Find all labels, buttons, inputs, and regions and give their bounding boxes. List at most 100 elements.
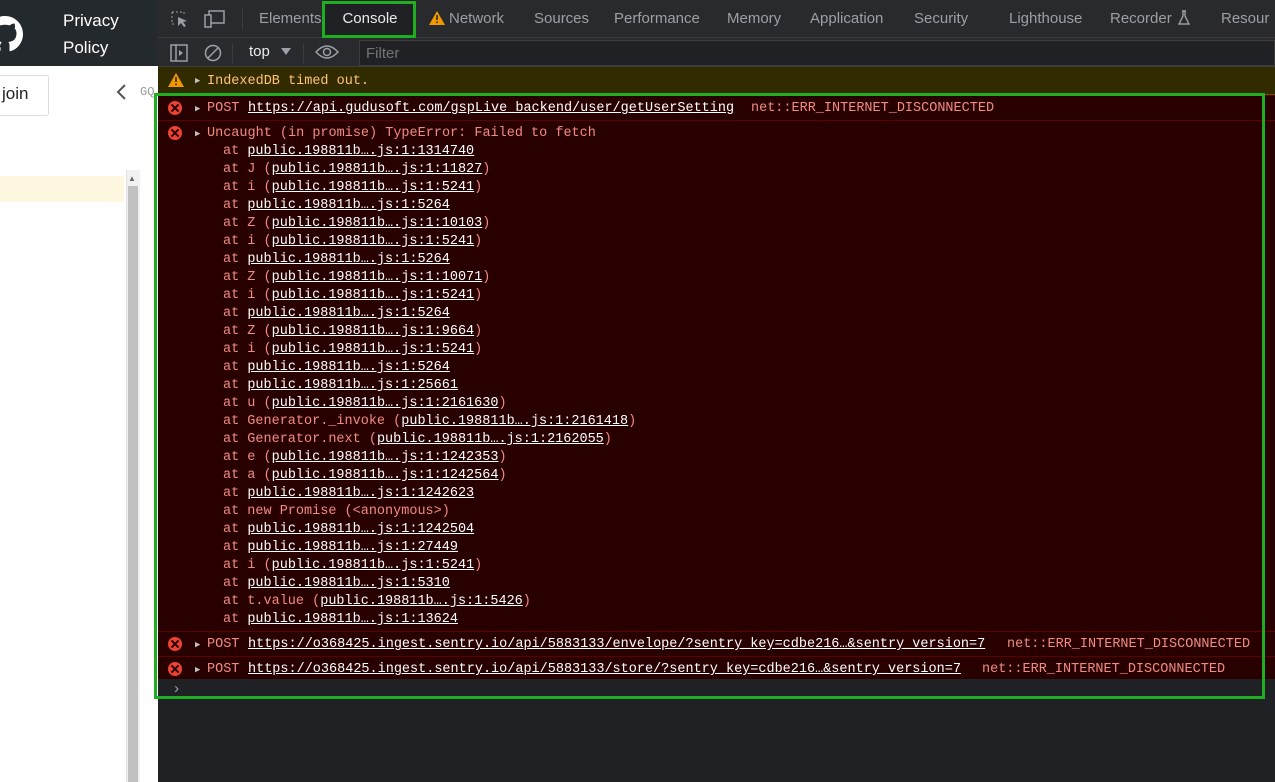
stack-frame: at public.198811b….js:1:5264 — [223, 198, 450, 213]
highlighted-row — [0, 176, 124, 202]
request-method: POST — [207, 637, 240, 652]
divider — [232, 43, 233, 63]
request-url-link[interactable]: https://o368425.ingest.sentry.io/api/588… — [248, 661, 961, 679]
divider — [242, 8, 243, 30]
stack-frame: at public.198811b….js:1:5310 — [223, 576, 450, 591]
source-link[interactable]: public.198811b….js:1:5264 — [247, 252, 450, 267]
tab-memory[interactable]: Memory — [727, 0, 781, 38]
prompt-chevron-icon: › — [172, 681, 182, 698]
console-prompt[interactable]: › — [158, 679, 1275, 705]
error-icon — [168, 126, 182, 140]
web-page-panel: Privacy Policy join ▲ GQ — [0, 0, 158, 782]
stack-frame: at public.198811b….js:1:1242623 — [223, 486, 475, 501]
context-selector[interactable]: top — [249, 43, 270, 60]
tab-sources[interactable]: Sources — [534, 0, 589, 38]
source-link[interactable]: public.198811b….js:1:1242623 — [247, 486, 474, 501]
source-link[interactable]: public.198811b….js:1:5426 — [320, 594, 523, 609]
tab-console[interactable]: Console — [324, 0, 416, 38]
filter-input[interactable] — [359, 40, 1275, 66]
source-link[interactable]: public.198811b….js:1:2162055 — [377, 432, 604, 447]
error-icon — [168, 101, 182, 115]
source-link[interactable]: public.198811b….js:1:1314740 — [247, 144, 474, 159]
source-link[interactable]: public.198811b….js:1:5241 — [272, 234, 475, 249]
source-link[interactable]: public.198811b….js:1:11827 — [272, 162, 483, 177]
stack-frame: at public.198811b….js:1:1242504 — [223, 522, 475, 537]
expand-triangle-icon[interactable]: ▶ — [195, 104, 200, 114]
error-status: net::ERR_INTERNET_DISCONNECTED — [751, 101, 995, 116]
source-link[interactable]: public.198811b….js:1:2161630 — [272, 396, 499, 411]
source-link[interactable]: public.198811b….js:1:10071 — [272, 270, 483, 285]
tab-performance[interactable]: Performance — [614, 0, 700, 38]
source-link[interactable]: public.198811b….js:1:1242504 — [247, 522, 474, 537]
source-link[interactable]: public.198811b….js:1:10103 — [272, 216, 483, 231]
stack-frame: at Generator.next (public.198811b….js:1:… — [223, 432, 612, 447]
join-label: join — [2, 84, 29, 103]
request-url-link[interactable]: https://api.gudusoft.com/gspLive_backend… — [248, 100, 734, 118]
stack-frame: at public.198811b….js:1:25661 — [223, 378, 458, 393]
source-link[interactable]: public.198811b….js:1:25661 — [247, 378, 458, 393]
source-link[interactable]: public.198811b….js:1:27449 — [247, 540, 458, 555]
error-icon — [168, 637, 182, 651]
tab-security[interactable]: Security — [914, 0, 968, 38]
stack-frame: at new Promise (<anonymous>) — [223, 504, 450, 519]
stack-frame: at public.198811b….js:1:27449 — [223, 540, 458, 555]
source-link[interactable]: public.198811b….js:1:5264 — [247, 306, 450, 321]
tab-elements[interactable]: Elements — [259, 0, 322, 38]
devtools-tab-bar: Elements Console Network Sources Perform… — [158, 0, 1275, 38]
error-text: Uncaught (in promise) TypeError: Failed … — [207, 126, 596, 141]
collapse-triangle-icon[interactable]: ▶ — [195, 129, 200, 139]
stack-frame: at i (public.198811b….js:1:5241) — [223, 180, 483, 195]
scrollbar-thumb[interactable] — [128, 186, 138, 782]
error-message[interactable]: ▶ POST https://o368425.ingest.sentry.io/… — [158, 656, 1275, 680]
tab-resources[interactable]: Resour — [1221, 0, 1269, 38]
site-header: Privacy Policy — [0, 0, 158, 66]
privacy-policy-link[interactable]: Privacy Policy — [63, 7, 119, 61]
warning-message[interactable]: ▶ IndexedDB timed out. — [158, 67, 1275, 95]
request-method: POST — [207, 662, 240, 677]
tab-lighthouse[interactable]: Lighthouse — [1009, 0, 1082, 38]
eye-icon[interactable] — [315, 44, 339, 60]
dropdown-arrow-icon[interactable] — [281, 48, 291, 56]
source-link[interactable]: public.198811b….js:1:9664 — [272, 324, 475, 339]
source-link[interactable]: public.198811b….js:1:5241 — [272, 288, 475, 303]
source-link[interactable]: public.198811b….js:1:5264 — [247, 198, 450, 213]
source-link[interactable]: public.198811b….js:1:5241 — [272, 558, 475, 573]
source-link[interactable]: public.198811b….js:1:1242564 — [272, 468, 499, 483]
inspect-element-icon[interactable] — [170, 10, 190, 28]
github-icon[interactable] — [0, 16, 26, 52]
source-link[interactable]: public.198811b….js:1:5264 — [247, 360, 450, 375]
expand-triangle-icon[interactable]: ▶ — [195, 640, 200, 650]
expand-triangle-icon[interactable]: ▶ — [195, 76, 200, 86]
error-message[interactable]: ▶ Uncaught (in promise) TypeError: Faile… — [158, 120, 1275, 631]
device-toolbar-icon[interactable] — [204, 10, 226, 28]
console-output: ▶ IndexedDB timed out. ▶ POST https://ap… — [158, 67, 1275, 782]
stack-frame: at public.198811b….js:1:1314740 — [223, 144, 475, 159]
error-message[interactable]: ▶ POST https://o368425.ingest.sentry.io/… — [158, 631, 1275, 656]
error-message[interactable]: ▶ POST https://api.gudusoft.com/gspLive_… — [158, 95, 1275, 120]
expand-triangle-icon[interactable]: ▶ — [195, 665, 200, 675]
clear-console-icon[interactable] — [204, 44, 222, 62]
error-status: net::ERR_INTERNET_DISCONNECTED — [982, 662, 1226, 677]
error-status: net::ERR_INTERNET_DISCONNECTED — [1007, 637, 1251, 652]
source-link[interactable]: public.198811b….js:1:1242353 — [272, 450, 499, 465]
flask-icon — [1177, 10, 1191, 25]
tab-network[interactable]: Network — [449, 0, 504, 38]
sidebar-toggle-icon[interactable] — [170, 44, 188, 62]
source-link[interactable]: public.198811b….js:1:5310 — [247, 576, 450, 591]
source-link[interactable]: public.198811b….js:1:2161418 — [401, 414, 628, 429]
scroll-up-arrow-icon[interactable]: ▲ — [128, 174, 136, 183]
stack-frame: at public.198811b….js:1:5264 — [223, 306, 450, 321]
source-link[interactable]: public.198811b….js:1:13624 — [247, 612, 458, 627]
source-link[interactable]: public.198811b….js:1:5241 — [272, 180, 475, 195]
chevron-left-icon[interactable] — [112, 80, 132, 104]
console-toolbar: top — [158, 38, 1275, 67]
stack-frame: at i (public.198811b….js:1:5241) — [223, 558, 483, 573]
stack-frame: at i (public.198811b….js:1:5241) — [223, 342, 483, 357]
stack-frame: at Generator._invoke (public.198811b….js… — [223, 414, 637, 429]
tab-application[interactable]: Application — [810, 0, 883, 38]
request-url-link[interactable]: https://o368425.ingest.sentry.io/api/588… — [248, 636, 985, 654]
source-link[interactable]: public.198811b….js:1:5241 — [272, 342, 475, 357]
stack-frame: at e (public.198811b….js:1:1242353) — [223, 450, 507, 465]
warning-text: IndexedDB timed out. — [207, 74, 370, 89]
tab-recorder[interactable]: Recorder — [1110, 0, 1172, 38]
